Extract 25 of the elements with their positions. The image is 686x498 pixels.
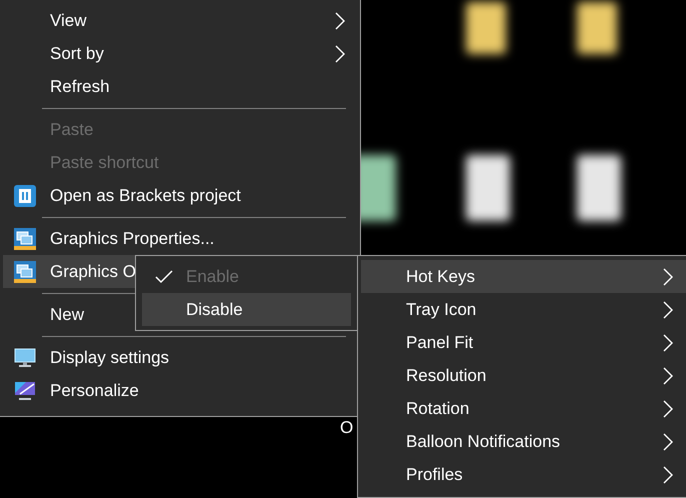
menu-item[interactable]: Panel Fit	[361, 326, 686, 359]
menu-item[interactable]: Open as Brackets project	[3, 179, 357, 212]
monitor-icon	[14, 346, 36, 368]
menu-item[interactable]: Graphics Properties...	[3, 222, 357, 255]
menu-item[interactable]: Balloon Notifications	[361, 425, 686, 458]
menu-item[interactable]: Personalize	[3, 374, 357, 407]
menu-item[interactable]: Profiles	[361, 458, 686, 491]
document-icon[interactable]	[466, 155, 510, 221]
graphics-monitor-icon	[14, 260, 36, 282]
desktop-icon-label: O	[340, 418, 354, 438]
menu-item[interactable]: Resolution	[361, 359, 686, 392]
menu-item[interactable]: Refresh	[3, 70, 357, 103]
menu-item[interactable]: View	[3, 4, 357, 37]
menu-item[interactable]: Sort by	[3, 37, 357, 70]
menu-item[interactable]: Disable	[142, 293, 351, 326]
graphics-monitor-icon	[14, 228, 36, 250]
document-icon[interactable]	[577, 155, 621, 221]
folder-icon[interactable]	[577, 2, 617, 54]
brackets-icon	[14, 184, 36, 206]
menu-item[interactable]: Rotation	[361, 392, 686, 425]
personalize-monitor-icon	[14, 380, 36, 402]
folder-icon[interactable]	[466, 2, 506, 54]
menu-item[interactable]: Tray Icon	[361, 293, 686, 326]
menu-item[interactable]: Display settings	[3, 341, 357, 374]
menu-item[interactable]: Hot Keys	[361, 260, 686, 293]
